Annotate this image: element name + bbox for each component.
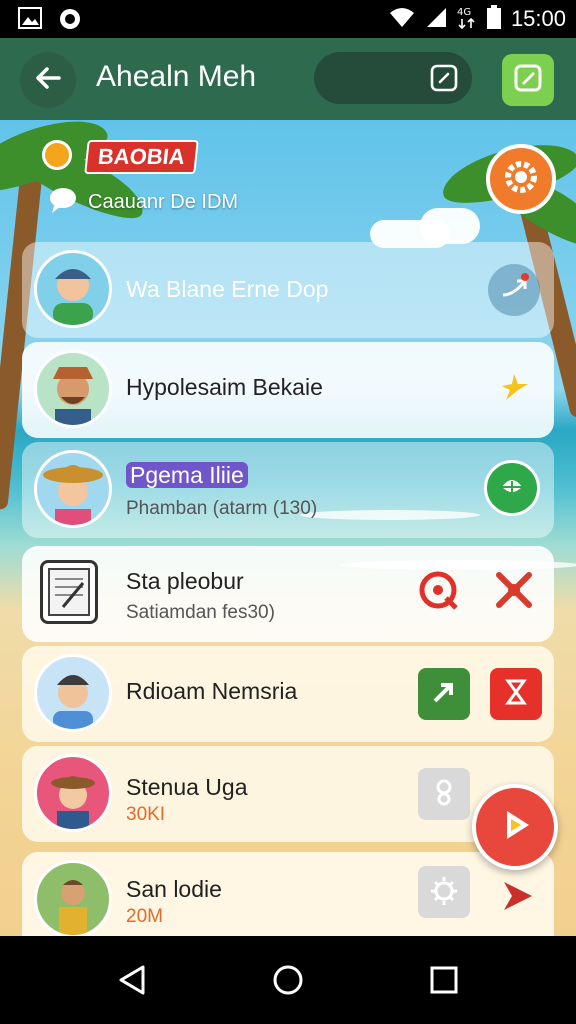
contact-subtitle: 20M bbox=[126, 906, 163, 927]
target-button[interactable] bbox=[412, 566, 464, 618]
chat-list-background: BAOBIA Caauanr De IDM Wa Blane Erne Dop … bbox=[0, 120, 576, 936]
status-bar: 4G 15:00 bbox=[0, 0, 576, 38]
contact-row[interactable]: San lodie 20M bbox=[22, 852, 554, 936]
contact-name: San lodie bbox=[126, 876, 222, 902]
home-circle-icon bbox=[272, 964, 304, 1000]
contact-name: Pgema Iliie bbox=[126, 462, 248, 488]
settings-action-button[interactable] bbox=[418, 866, 470, 918]
contact-name: Stenua Uga bbox=[126, 774, 248, 800]
share-icon bbox=[429, 677, 459, 711]
contact-row[interactable]: Sta pleobur Satiamdan fes30) bbox=[22, 546, 554, 642]
sparkle-button[interactable] bbox=[488, 364, 540, 416]
shuffle-icon bbox=[499, 273, 529, 307]
location-button[interactable] bbox=[418, 768, 470, 820]
tools-button[interactable] bbox=[488, 566, 540, 618]
back-button[interactable] bbox=[20, 52, 76, 108]
coin-icon bbox=[42, 140, 72, 170]
target-icon bbox=[416, 568, 460, 616]
contact-subtitle: Phamban (atarm (130) bbox=[126, 498, 318, 519]
contact-name: Sta pleobur bbox=[126, 568, 244, 594]
avatar bbox=[34, 654, 112, 732]
signal-icon bbox=[425, 6, 447, 32]
notebook-avatar bbox=[40, 560, 98, 624]
nav-back-button[interactable] bbox=[112, 962, 152, 1002]
contact-name: Rdioam Nemsria bbox=[126, 678, 298, 704]
play-icon bbox=[493, 803, 537, 851]
contact-row[interactable]: Wa Blane Erne Dop bbox=[22, 242, 554, 338]
compose-icon bbox=[513, 63, 543, 97]
nav-recents-button[interactable] bbox=[424, 962, 464, 1002]
avatar bbox=[34, 860, 112, 936]
gallery-icon bbox=[18, 7, 42, 35]
tools-icon bbox=[493, 569, 535, 615]
gear-icon bbox=[501, 157, 541, 201]
contact-name: Wa Blane Erne Dop bbox=[126, 276, 329, 302]
contact-name-wrap: Pgema Iliie bbox=[126, 462, 248, 489]
contact-subtitle: 30KI bbox=[126, 804, 166, 825]
settings-icon bbox=[429, 875, 459, 909]
compose-button[interactable] bbox=[502, 54, 554, 106]
hourglass-icon bbox=[501, 677, 531, 711]
cloud bbox=[420, 208, 480, 244]
play-button[interactable] bbox=[472, 784, 558, 870]
status-time: 15:00 bbox=[510, 6, 566, 31]
back-triangle-icon bbox=[117, 964, 147, 1000]
avatar bbox=[34, 450, 112, 528]
leaf-icon bbox=[497, 471, 527, 505]
hourglass-button[interactable] bbox=[490, 668, 542, 720]
search-field[interactable] bbox=[314, 52, 472, 104]
group-badge: BAOBIA bbox=[84, 140, 199, 174]
contact-row[interactable]: Pgema Iliie Phamban (atarm (130) bbox=[22, 442, 554, 538]
contact-row[interactable]: Rdioam Nemsria bbox=[22, 646, 554, 742]
forward-icon bbox=[498, 876, 538, 920]
group-subheading: Caauanr De IDM bbox=[88, 190, 239, 213]
location-icon bbox=[429, 777, 459, 811]
battery-icon bbox=[486, 5, 501, 33]
wifi-icon bbox=[389, 6, 415, 32]
avatar bbox=[34, 250, 112, 328]
share-button[interactable] bbox=[418, 668, 470, 720]
arrow-left-icon bbox=[33, 63, 63, 97]
nav-home-button[interactable] bbox=[268, 962, 308, 1002]
contact-row[interactable]: Hypolesaim Bekaie bbox=[22, 342, 554, 438]
data-icon: 4G bbox=[457, 5, 477, 33]
contact-name: Hypolesaim Bekaie bbox=[126, 374, 323, 400]
chat-title[interactable]: Ahealn Meh bbox=[96, 60, 256, 94]
app-bar: Ahealn Meh bbox=[0, 38, 576, 120]
leaf-button[interactable] bbox=[484, 460, 540, 516]
whatsapp-icon bbox=[58, 7, 82, 35]
avatar bbox=[34, 754, 112, 832]
edit-icon[interactable] bbox=[430, 64, 458, 96]
settings-button[interactable] bbox=[486, 144, 556, 214]
avatar bbox=[34, 350, 112, 428]
forward-button[interactable] bbox=[492, 872, 544, 924]
recents-square-icon bbox=[429, 965, 459, 999]
shuffle-button[interactable] bbox=[488, 264, 540, 316]
group-subheading-row: Caauanr De IDM bbox=[48, 186, 238, 218]
sparkle-icon bbox=[496, 370, 532, 410]
contact-subtitle: Satiamdan fes30) bbox=[126, 602, 275, 623]
svg-text:4G: 4G bbox=[457, 7, 471, 18]
chat-bubble-icon bbox=[48, 186, 78, 218]
navigation-bar bbox=[0, 936, 576, 1024]
